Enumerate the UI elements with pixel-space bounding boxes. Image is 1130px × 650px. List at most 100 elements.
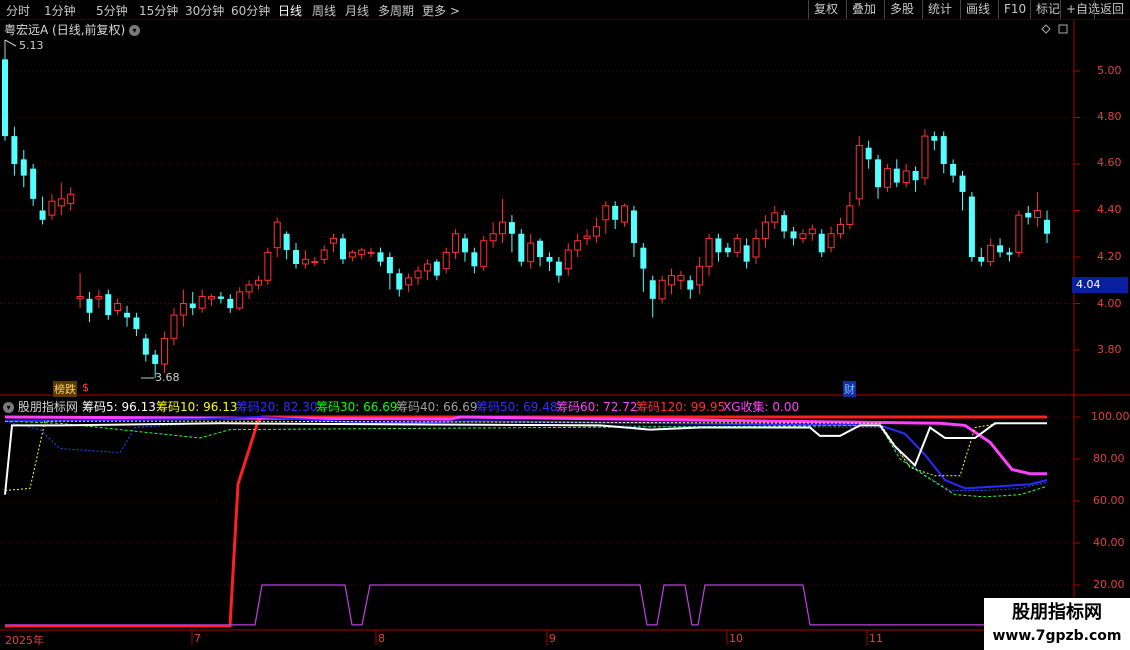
candle-body [283,233,290,251]
price-tick: 4.40 [1097,203,1122,216]
candle-body [771,212,779,223]
candle-body [2,59,8,137]
dollar-icon[interactable]: $ [82,381,89,394]
event-badge[interactable]: 榜跌 [53,381,77,397]
date-label: 10 [729,632,743,645]
ind-value-c60: 筹码60: 72.72 [556,400,638,414]
candle-body [827,233,835,249]
candle-body [658,279,666,300]
ind-tick: 20.00 [1093,578,1125,591]
candle-body [293,250,300,264]
candle-body [987,244,995,263]
candle-body [574,240,582,251]
watermark-url: www.7gpzb.com [992,628,1122,644]
candle-body [273,221,281,249]
candle-body [152,354,159,364]
date-label: 9 [549,632,556,645]
finance-badge[interactable]: 财 [843,381,856,397]
diamond-icon[interactable] [1041,24,1051,34]
candle-body [339,238,346,260]
date-label: 7 [194,632,201,645]
candle-body [893,168,900,183]
indicator-name: 股朋指标网 [17,400,78,414]
candle-body [1025,212,1032,218]
candle-body [489,233,497,242]
candle-body [668,275,676,286]
candle-body [649,280,656,299]
candle-body [940,136,947,164]
candle-body [630,210,637,244]
candle-body [348,251,356,258]
candle-body [208,296,216,300]
candle-body [48,200,56,216]
candle-body [687,280,694,290]
square-icon[interactable] [1058,24,1068,34]
candle-body [189,303,196,309]
candle-body [799,233,807,239]
watermark-logo: 股朋指标网 www.7gpzb.com [984,598,1130,650]
candle-body [396,273,403,290]
series-c50-line [4,420,1048,491]
indicator-menu[interactable]: ▾ 股朋指标网 [3,398,78,415]
candle-body [442,251,450,270]
chevron-down-icon[interactable]: ▾ [3,402,14,413]
candle-body [959,175,966,192]
candle-body [902,170,910,184]
candle-body [20,159,27,176]
candle-body [612,205,619,220]
candle-body [743,245,750,262]
chart-canvas[interactable] [0,0,1130,650]
current-price-tag: 4.04 [1072,277,1128,293]
ind-value-c5: 筹码5: 96.13 [82,400,156,414]
candle-body [790,231,797,239]
ind-value-c120: 筹码120: 99.95 [636,400,726,414]
candle-body [931,136,938,141]
ind-tick: 100.00 [1091,410,1130,423]
candle-body [301,258,309,265]
candle-body [95,296,103,300]
candle-body [142,338,149,355]
candle-body [808,228,816,235]
ind-value-c20: 筹码20: 82.30 [236,400,318,414]
candle-body [508,222,515,234]
candle-body [358,249,366,256]
price-tick: 3.80 [1097,343,1122,356]
candle-body [752,237,760,258]
candle-body [39,210,46,220]
candle-body [818,233,825,253]
candle-body [76,296,84,300]
candle-body [330,237,338,244]
candle-body [452,233,460,253]
candle-body [978,257,985,262]
high-marker [4,39,17,54]
candle-body [67,193,75,205]
date-label: 11 [869,632,883,645]
ind-value-c50: 筹码50: 69.48 [476,400,558,414]
candle-body [170,314,178,339]
series-c30-line [4,420,1048,498]
candle-body [105,294,112,316]
candle-body [377,252,384,262]
candle-body [546,257,553,262]
ind-tick: 80.00 [1093,452,1125,465]
low-label: 3.68 [155,371,180,384]
candle-body [461,238,468,253]
candle-body [950,164,957,176]
ind-value-xg: XG收集: 0.00 [723,400,800,414]
candle-body [30,168,37,199]
candle-body [640,247,647,269]
candle-body [846,205,854,225]
chevron-down-icon[interactable]: ▾ [129,25,141,36]
candle-body [912,170,919,181]
candle-body [696,265,704,286]
candle-body [1006,252,1013,255]
candle-body [133,317,140,330]
candle-body [1044,219,1050,234]
candle-body [602,205,610,221]
candle-body [311,261,319,264]
candle-body [865,147,872,160]
candle-body [114,303,122,311]
price-tick: 4.20 [1097,250,1122,263]
candle-body [883,168,891,188]
series-c120-line [5,415,1047,628]
